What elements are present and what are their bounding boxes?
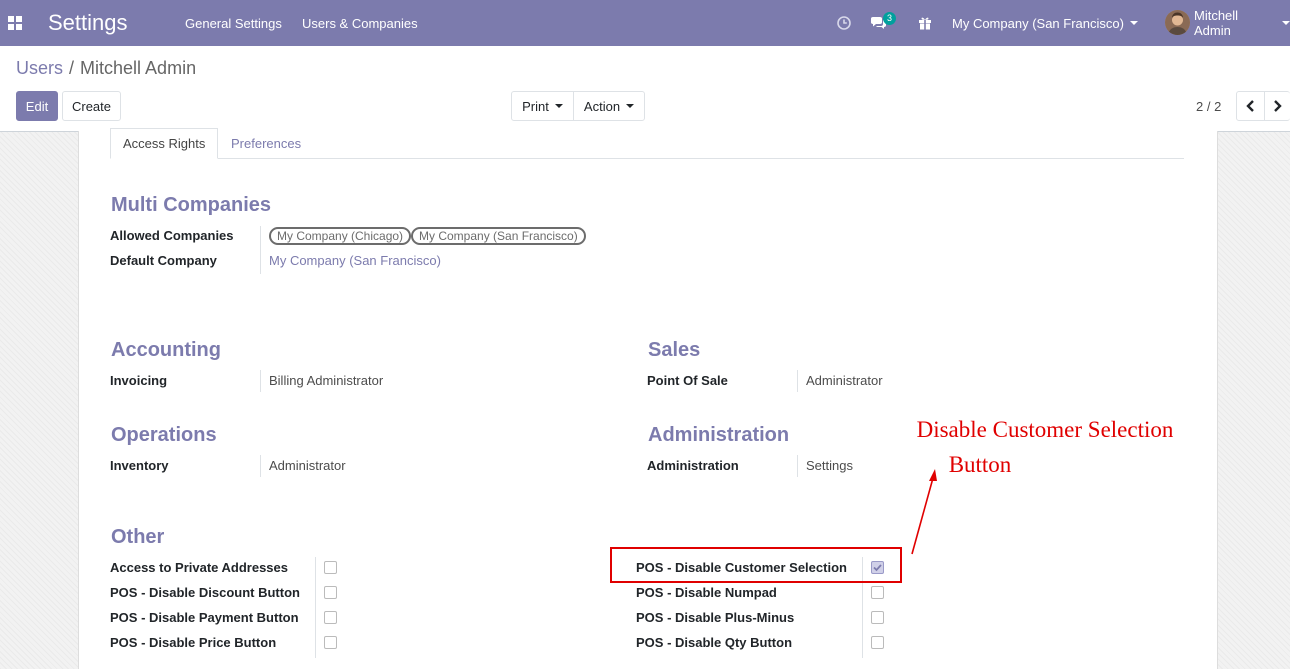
company-switcher-label: My Company (San Francisco)	[952, 15, 1124, 31]
form-tabs: Access Rights Preferences	[110, 128, 1184, 159]
administration-title: Administration	[648, 424, 790, 446]
default-company-label: Default Company	[110, 253, 217, 268]
company-tag-chicago[interactable]: My Company (Chicago)	[269, 227, 412, 245]
tab-access-rights[interactable]: Access Rights	[110, 128, 219, 159]
chevron-down-icon	[1129, 21, 1138, 25]
pager-value[interactable]: 2 / 2	[1196, 99, 1221, 114]
pos-disable-qty-checkbox[interactable]	[871, 636, 884, 649]
avatar[interactable]	[1165, 10, 1190, 35]
pager-next-button[interactable]	[1264, 91, 1290, 121]
chevron-right-icon	[1274, 100, 1282, 112]
point-of-sale-label: Point Of Sale	[647, 373, 728, 388]
tab-preferences[interactable]: Preferences	[219, 128, 313, 159]
other-title: Other	[111, 526, 165, 548]
pos-disable-payment-checkbox[interactable]	[324, 611, 337, 624]
operations-title: Operations	[111, 424, 217, 446]
access-private-addresses-checkbox[interactable]	[324, 561, 337, 574]
company-tag-san-francisco[interactable]: My Company (San Francisco)	[411, 227, 586, 245]
pos-disable-numpad-label: POS - Disable Numpad	[636, 585, 777, 600]
edit-button[interactable]: Edit	[16, 91, 58, 121]
field-separator	[797, 370, 798, 392]
company-switcher[interactable]: My Company (San Francisco)	[952, 0, 1138, 46]
pos-disable-qty-label: POS - Disable Qty Button	[636, 635, 793, 650]
invoicing-value[interactable]: Billing Administrator	[269, 373, 383, 388]
field-separator	[797, 455, 798, 477]
field-separator	[260, 370, 261, 392]
user-name-label: Mitchell Admin	[1194, 8, 1239, 38]
pos-disable-plus-minus-checkbox[interactable]	[871, 611, 884, 624]
activity-clock-icon[interactable]	[837, 0, 851, 46]
pos-disable-price-checkbox[interactable]	[324, 636, 337, 649]
field-separator	[260, 226, 261, 274]
invoicing-label: Invoicing	[110, 373, 168, 388]
annotation-arrow-icon	[911, 469, 937, 555]
pos-disable-discount-checkbox[interactable]	[324, 586, 337, 599]
gift-icon[interactable]	[918, 0, 932, 46]
chevron-down-icon	[554, 104, 563, 108]
pos-disable-payment-label: POS - Disable Payment Button	[110, 610, 299, 625]
annotation-text-line1: Disable Customer Selection	[916, 417, 1174, 442]
pos-disable-discount-label: POS - Disable Discount Button	[110, 585, 300, 600]
administration-label: Administration	[647, 458, 739, 473]
breadcrumb-separator: /	[69, 58, 75, 78]
menu-users-companies[interactable]: Users & Companies	[302, 0, 418, 46]
apps-menu-icon[interactable]	[8, 0, 26, 46]
pos-disable-price-label: POS - Disable Price Button	[110, 635, 277, 650]
administration-value[interactable]: Settings	[806, 458, 853, 473]
breadcrumb-users-link[interactable]: Users	[16, 58, 63, 78]
multi-companies-title: Multi Companies	[111, 194, 272, 216]
app-title: Settings	[48, 10, 128, 35]
print-dropdown-button[interactable]: Print	[511, 91, 574, 121]
action-dropdown-button[interactable]: Action	[573, 91, 645, 121]
breadcrumb-current: Mitchell Admin	[80, 58, 197, 78]
field-separator	[260, 455, 261, 477]
top-navbar: Settings General Settings Users & Compan…	[0, 0, 1290, 46]
action-label: Action	[583, 98, 621, 114]
inventory-value[interactable]: Administrator	[269, 458, 346, 473]
allowed-companies-label: Allowed Companies	[110, 228, 234, 243]
menu-general-settings[interactable]: General Settings	[185, 0, 282, 46]
default-company-link[interactable]: My Company (San Francisco)	[269, 253, 441, 268]
breadcrumb: Users / Mitchell Admin	[16, 58, 196, 79]
pager-previous-button[interactable]	[1236, 91, 1265, 121]
pos-disable-numpad-checkbox[interactable]	[871, 586, 884, 599]
chevron-down-icon	[626, 104, 635, 108]
print-label: Print	[522, 98, 549, 114]
pos-disable-plus-minus-label: POS - Disable Plus-Minus	[636, 610, 795, 625]
inventory-label: Inventory	[110, 458, 169, 473]
field-separator	[315, 557, 316, 658]
sales-title: Sales	[648, 339, 701, 361]
point-of-sale-value[interactable]: Administrator	[806, 373, 883, 388]
user-menu[interactable]: Mitchell Admin	[1194, 0, 1290, 46]
create-button[interactable]: Create	[62, 91, 121, 121]
messages-count-badge: 3	[883, 12, 897, 25]
chevron-down-icon	[1282, 21, 1290, 25]
accounting-title: Accounting	[111, 339, 221, 361]
annotation-highlight-box	[610, 547, 902, 583]
access-private-addresses-label: Access to Private Addresses	[110, 560, 289, 575]
chevron-left-icon	[1246, 100, 1254, 112]
